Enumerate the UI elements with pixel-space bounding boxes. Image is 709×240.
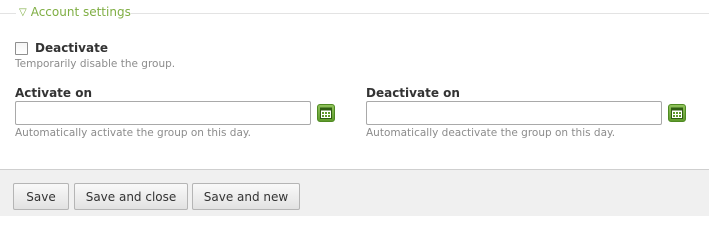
account-settings-panel: ▽ Account settings Deactivate Temporaril… (0, 0, 709, 216)
section-toggle[interactable]: ▽ Account settings (19, 5, 131, 19)
calendar-icon[interactable] (317, 104, 335, 122)
activate-on-help: Automatically activate the group on this… (15, 127, 251, 139)
deactivate-on-label: Deactivate on (366, 86, 460, 100)
form-footer: Save Save and close Save and new (0, 169, 709, 216)
deactivate-row: Deactivate (15, 41, 108, 55)
deactivate-on-input[interactable] (366, 101, 662, 125)
deactivate-label: Deactivate (35, 41, 108, 55)
save-and-close-button[interactable]: Save and close (74, 183, 188, 210)
calendar-icon[interactable] (668, 104, 686, 122)
deactivate-on-help: Automatically deactivate the group on th… (366, 127, 616, 139)
activate-on-label: Activate on (15, 86, 93, 100)
triangle-down-icon: ▽ (19, 6, 27, 18)
deactivate-checkbox[interactable] (15, 41, 28, 55)
activate-on-input[interactable] (15, 101, 311, 125)
deactivate-help: Temporarily disable the group. (15, 58, 176, 70)
save-and-new-button[interactable]: Save and new (192, 183, 300, 210)
section-title: Account settings (30, 5, 131, 19)
divider (0, 13, 16, 14)
save-button[interactable]: Save (13, 183, 69, 210)
divider (131, 13, 709, 14)
section-header: ▽ Account settings (0, 4, 709, 22)
